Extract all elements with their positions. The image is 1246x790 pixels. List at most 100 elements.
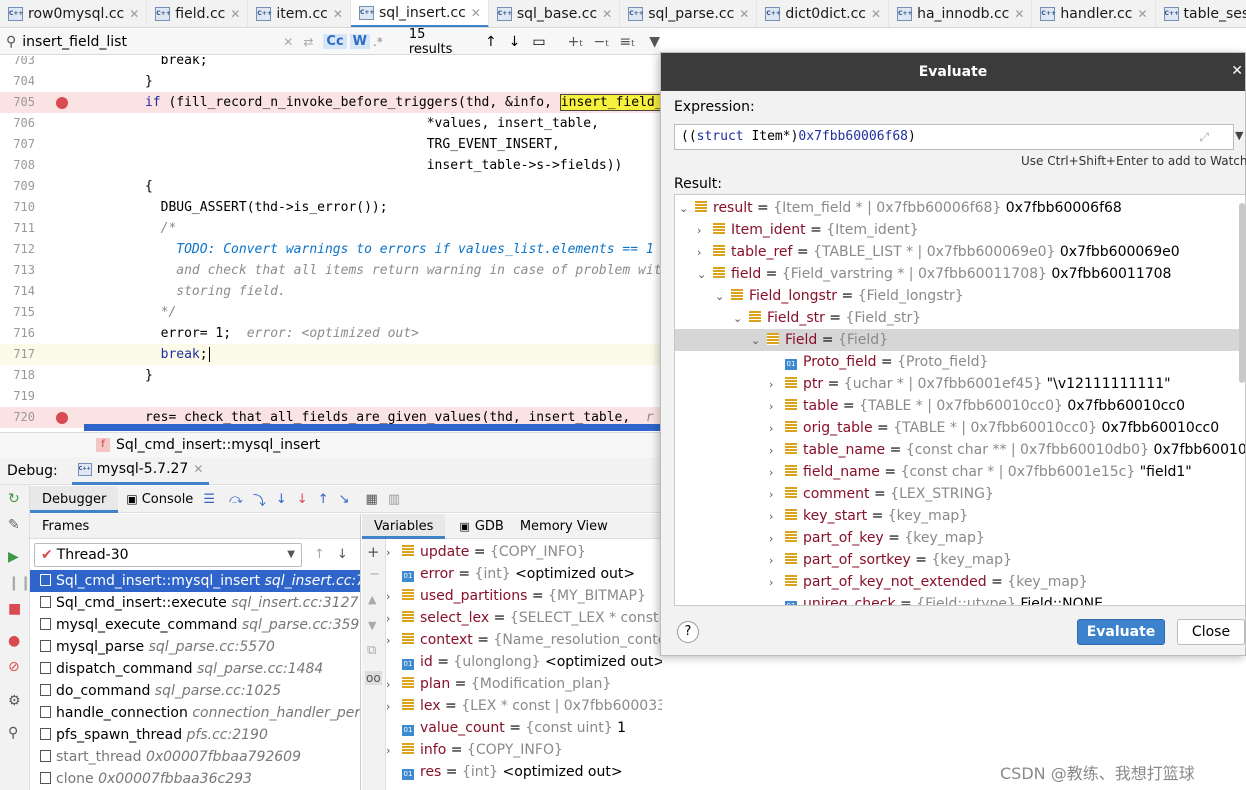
result-row[interactable]: 01 unireg_check = {Field::utype} Field::N… (675, 593, 1245, 605)
result-row[interactable]: › table_name = {const char ** | 0x7fbb600… (675, 439, 1245, 462)
result-row[interactable]: › ptr = {uchar * | 0x7fbb6001ef45} "\v121… (675, 373, 1245, 396)
search-input[interactable]: insert_field_list (22, 34, 283, 50)
variable-row[interactable]: 01 error = {int} <optimized out> (386, 563, 635, 585)
expand-arrow-icon[interactable]: › (386, 586, 402, 608)
variable-row[interactable]: 01 id = {ulonglong} <optimized out> (386, 651, 662, 673)
next-occurrence-icon[interactable]: ↓ (509, 34, 521, 50)
chevron-right-icon[interactable]: › (769, 528, 785, 550)
result-row[interactable]: › field_name = {const char * | 0x7fbb6001… (675, 461, 1245, 483)
frame-down-icon[interactable]: ↓ (337, 547, 348, 562)
close-icon[interactable]: ✕ (871, 7, 881, 21)
expand-arrow-icon[interactable]: › (386, 542, 402, 564)
chevron-right-icon[interactable]: › (769, 550, 785, 572)
chevron-down-icon[interactable]: ⌄ (733, 308, 749, 330)
mute-breakpoints-icon[interactable]: ⊘ (8, 659, 20, 675)
history-icon[interactable]: ⇄ (303, 35, 313, 49)
close-icon[interactable]: ✕ (1014, 7, 1024, 21)
chevron-right-icon[interactable]: › (697, 220, 713, 242)
variable-row[interactable]: › info = {COPY_INFO} (386, 739, 563, 761)
add-occurrence-icon[interactable]: +ₜ (568, 34, 584, 50)
frame-item[interactable]: handle_connection connection_handler_per… (30, 702, 360, 724)
tab-item-cc[interactable]: C++ item.cc ✕ (248, 0, 351, 27)
stop-icon[interactable]: ■ (8, 601, 21, 617)
close-icon[interactable]: ✕ (739, 7, 749, 21)
close-icon[interactable]: ✕ (129, 7, 139, 21)
chevron-right-icon[interactable]: › (769, 506, 785, 528)
breadcrumb-function[interactable]: Sql_cmd_insert::mysql_insert (116, 437, 320, 453)
close-icon[interactable]: ✕ (1231, 63, 1243, 79)
scrollbar[interactable] (1239, 203, 1245, 383)
session-tab[interactable]: C++ mysql-5.7.27 ✕ (71, 457, 210, 485)
chevron-right-icon[interactable]: › (769, 374, 785, 396)
close-icon[interactable]: ✕ (471, 6, 481, 20)
breakpoint-icon[interactable] (56, 412, 68, 424)
thread-selector[interactable]: ✔ Thread-30 ▼ (34, 542, 302, 567)
clear-search-icon[interactable]: ✕ (283, 35, 293, 49)
expand-arrow-icon[interactable]: › (386, 674, 402, 696)
chevron-down-icon[interactable]: ⌄ (715, 286, 731, 308)
result-row[interactable]: › table_ref = {TABLE_LIST * | 0x7fbb60006… (675, 241, 1245, 263)
layout-icon[interactable]: ▥ (388, 492, 400, 507)
variable-row[interactable]: › update = {COPY_INFO} (386, 541, 586, 563)
gear-icon[interactable]: ⚙ (8, 693, 21, 709)
frame-up-icon[interactable]: ↑ (314, 547, 325, 562)
result-row[interactable]: ⌄ Field_str = {Field_str} (675, 307, 1245, 330)
chevron-right-icon[interactable]: › (769, 484, 785, 506)
close-icon[interactable]: ✕ (230, 7, 240, 21)
close-icon[interactable]: ✕ (1137, 7, 1147, 21)
variable-row[interactable]: › used_partitions = {MY_BITMAP} (386, 585, 646, 607)
frame-item[interactable]: Sql_cmd_insert::mysql_insert sql_insert.… (30, 570, 360, 592)
variable-row[interactable]: ›lex = {LEX * const | 0x7fbb60003390} 0x… (386, 695, 662, 717)
code-editor[interactable]: 703 break; 704 } 705 if (fill_record_n_inv… (0, 56, 660, 431)
frame-item[interactable]: mysql_parse sql_parse.cc:5570 (30, 636, 360, 658)
tab-field-cc[interactable]: C++ field.cc ✕ (147, 0, 249, 27)
result-row[interactable]: › part_of_key = {key_map} (675, 527, 1245, 550)
tab-variables[interactable]: Variables (362, 514, 446, 539)
select-all-icon[interactable]: ▭ (532, 34, 545, 50)
variable-row[interactable]: › context = {Name_resolution_conte (386, 629, 662, 651)
result-row[interactable]: › comment = {LEX_STRING} (675, 483, 1245, 506)
close-icon[interactable]: ✕ (333, 7, 343, 21)
frame-item[interactable]: start_thread 0x00007fbbaa792609 (30, 746, 360, 768)
expand-arrow-icon[interactable]: › (386, 740, 402, 762)
tab-handler-cc[interactable]: C++ handler.cc ✕ (1032, 0, 1156, 27)
expand-arrow-icon[interactable]: › (386, 630, 402, 652)
chevron-right-icon[interactable]: › (769, 572, 785, 594)
chevron-down-icon[interactable]: ⌄ (679, 198, 695, 220)
result-row[interactable]: ⌄ field = {Field_varstring * | 0x7fbb6001… (675, 263, 1245, 285)
tab-row0mysql-cc[interactable]: C++ row0mysql.cc ✕ (0, 0, 148, 27)
expression-input[interactable]: ((struct Item*)0x7fbb60006f68) ⤢ (674, 124, 1234, 150)
result-row[interactable]: › table = {TABLE * | 0x7fbb60010cc0} 0x7f… (675, 395, 1245, 418)
step-into-icon[interactable]: ↓ (276, 492, 287, 507)
expand-arrow-icon[interactable]: › (386, 696, 402, 718)
select-all-occurrences-icon[interactable]: ≡ₜ (619, 34, 635, 50)
result-row[interactable]: 01 Proto_field = {Proto_field} (675, 351, 1245, 373)
variable-row[interactable]: › plan = {Modification_plan} (386, 673, 611, 695)
show-execution-point-icon[interactable]: ⤼ (229, 492, 243, 507)
close-button[interactable]: Close (1177, 619, 1245, 645)
evaluate-expression-icon[interactable]: ▦ (366, 492, 378, 507)
variable-row[interactable]: › select_lex = {SELECT_LEX * const | (386, 607, 662, 629)
result-row[interactable]: ⌄ Field = {Field} (675, 329, 1245, 351)
tab-debugger[interactable]: Debugger (30, 485, 119, 513)
frame-item[interactable]: Sql_cmd_insert::execute sql_insert.cc:31… (30, 592, 360, 614)
chevron-right-icon[interactable]: › (769, 440, 785, 462)
duplicate-icon[interactable]: ⧉ (367, 643, 376, 658)
step-out-icon[interactable]: ↑ (318, 492, 329, 507)
result-row[interactable]: › Item_ident = {Item_ident} (675, 219, 1245, 242)
match-case-toggle[interactable]: Cc (323, 34, 347, 49)
rerun-icon[interactable]: ↻ (8, 491, 20, 507)
tab-sql-insert-cc[interactable]: C++ sql_insert.cc ✕ (350, 0, 489, 27)
frame-item[interactable]: do_command sql_parse.cc:1025 (30, 680, 360, 702)
chevron-right-icon[interactable]: › (769, 396, 785, 418)
frame-item[interactable]: dispatch_command sql_parse.cc:1484 (30, 658, 360, 680)
remove-occurrence-icon[interactable]: −ₜ (594, 34, 610, 50)
remove-watch-icon[interactable]: − (369, 567, 380, 582)
force-step-into-icon[interactable]: ↓ (297, 492, 308, 507)
step-over-icon[interactable]: ⤵ (253, 490, 266, 509)
result-row[interactable]: ⌄ Field_longstr = {Field_longstr} (675, 285, 1245, 308)
move-down-icon[interactable]: ▼ (368, 619, 376, 632)
tab-console[interactable]: Console (142, 492, 194, 507)
tab-dict0dict-cc[interactable]: C++ dict0dict.cc ✕ (757, 0, 890, 27)
tab-gdb[interactable]: GDB (475, 519, 504, 534)
